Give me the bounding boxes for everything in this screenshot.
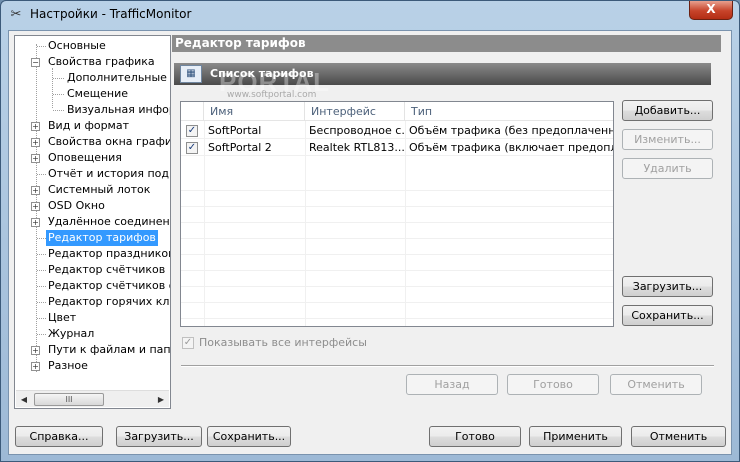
column-header-name[interactable]: Имя	[204, 102, 305, 121]
scroll-thumb[interactable]: III	[34, 393, 104, 406]
table-row[interactable]: ✓ SoftPortal 2 Realtek RTL813... Объём т…	[181, 139, 613, 156]
tree-item-graph-properties[interactable]: − Свойства графика	[15, 54, 170, 70]
expand-icon[interactable]: +	[31, 186, 40, 195]
tree-item-color[interactable]: Цвет	[15, 310, 170, 326]
tree-item-basic[interactable]: Основные	[15, 38, 170, 54]
help-button[interactable]: Справка...	[15, 426, 103, 447]
tree-item-offset[interactable]: Смещение	[15, 86, 170, 102]
list-header: Имя Интерфейс Тип	[181, 102, 613, 121]
load-tariffs-button[interactable]: Загрузить...	[622, 276, 713, 297]
tree-item-paths[interactable]: + Пути к файлам и папкам	[15, 342, 170, 358]
expand-icon[interactable]: +	[31, 122, 40, 131]
row-name: SoftPortal 2	[208, 141, 272, 154]
section-title: Редактор тарифов	[172, 35, 721, 52]
wizard-done-button[interactable]: Готово	[507, 374, 599, 395]
tree-item-misc[interactable]: + Разное	[15, 358, 170, 374]
ok-button[interactable]: Готово	[429, 426, 521, 447]
close-button[interactable]: X	[689, 1, 733, 20]
tree-item-counter-editor[interactable]: Редактор счётчиков	[15, 262, 170, 278]
tools-icon: ✂	[10, 7, 22, 22]
settings-tree: Основные − Свойства графика Дополнительн…	[14, 35, 171, 409]
tree-item-additional[interactable]: Дополнительные на	[15, 70, 170, 86]
row-checkbox[interactable]: ✓	[186, 142, 198, 154]
tree-item-visual-info[interactable]: Визуальная информ	[15, 102, 170, 118]
tree-item-view-format[interactable]: + Вид и формат	[15, 118, 170, 134]
row-type: Объём трафика (включает предопл...	[409, 141, 613, 154]
row-name: SoftPortal	[208, 124, 262, 137]
save-settings-button[interactable]: Сохранить...	[207, 426, 291, 447]
apply-button[interactable]: Применить	[529, 426, 622, 447]
title-bar[interactable]: ✂ Настройки - TrafficMonitor X	[1, 1, 739, 29]
expand-icon[interactable]: +	[31, 154, 40, 163]
add-button[interactable]: Добавить...	[622, 100, 713, 121]
row-type: Объём трафика (без предоплаченн...	[409, 124, 613, 137]
calendar-icon: ▦	[180, 65, 202, 83]
column-header-check[interactable]	[181, 102, 204, 121]
row-interface: Беспроводное с...	[309, 124, 405, 137]
cancel-button[interactable]: Отменить	[631, 426, 726, 447]
expand-icon[interactable]: +	[31, 346, 40, 355]
back-button[interactable]: Назад	[406, 374, 498, 395]
tree-item-osd-window[interactable]: + OSD Окно	[15, 198, 170, 214]
save-tariffs-button[interactable]: Сохранить...	[622, 305, 713, 326]
tree-item-report-history[interactable]: Отчёт и история подклю	[15, 166, 170, 182]
delete-button[interactable]: Удалить	[622, 158, 713, 179]
dialog-body: Основные − Свойства графика Дополнительн…	[8, 30, 732, 455]
column-header-type[interactable]: Тип	[405, 102, 613, 121]
table-row[interactable]: ✓ SoftPortal Беспроводное с... Объём тра…	[181, 122, 613, 139]
tariff-list[interactable]: Имя Интерфейс Тип ✓ SoftPortal Беспровод…	[180, 101, 614, 327]
row-interface: Realtek RTL813...	[309, 141, 405, 154]
tree-horizontal-scrollbar[interactable]: ◀ III ▶	[16, 390, 169, 407]
column-header-interface[interactable]: Интерфейс	[305, 102, 405, 121]
tree-item-holiday-editor[interactable]: Редактор праздников	[15, 246, 170, 262]
show-all-checkbox-box[interactable]: ✓	[182, 337, 194, 349]
tree-item-tariff-editor[interactable]: Редактор тарифов	[15, 230, 170, 246]
tree-item-alerts[interactable]: + Оповещения	[15, 150, 170, 166]
tree-item-hotkey-editor[interactable]: Редактор горячих клави	[15, 294, 170, 310]
tree-item-remaining-counter-editor[interactable]: Редактор счётчиков ост	[15, 278, 170, 294]
watermark-url: www.softportal.com	[227, 90, 317, 100]
window-title: Настройки - TrafficMonitor	[30, 7, 192, 21]
collapse-icon[interactable]: −	[31, 58, 40, 67]
tree-item-graph-window[interactable]: + Свойства окна графика	[15, 134, 170, 150]
tree-item-remote-connection[interactable]: + Удалённое соединение	[15, 214, 170, 230]
row-checkbox[interactable]: ✓	[186, 125, 198, 137]
tree-item-system-tray[interactable]: + Системный лоток	[15, 182, 170, 198]
edit-button[interactable]: Изменить...	[622, 129, 713, 150]
expand-icon[interactable]: +	[31, 218, 40, 227]
show-all-label: Показывать все интерфейсы	[199, 336, 367, 349]
wizard-cancel-button[interactable]: Отменить	[610, 374, 702, 395]
separator	[181, 365, 714, 367]
scroll-right-icon[interactable]: ▶	[154, 393, 168, 406]
settings-window: ✂ Настройки - TrafficMonitor X Основные …	[0, 0, 740, 462]
scroll-left-icon[interactable]: ◀	[17, 393, 31, 406]
expand-icon[interactable]: +	[31, 138, 40, 147]
load-settings-button[interactable]: Загрузить...	[116, 426, 202, 447]
expand-icon[interactable]: +	[31, 202, 40, 211]
expand-icon[interactable]: +	[31, 362, 40, 371]
tree-item-log[interactable]: Журнал	[15, 326, 170, 342]
